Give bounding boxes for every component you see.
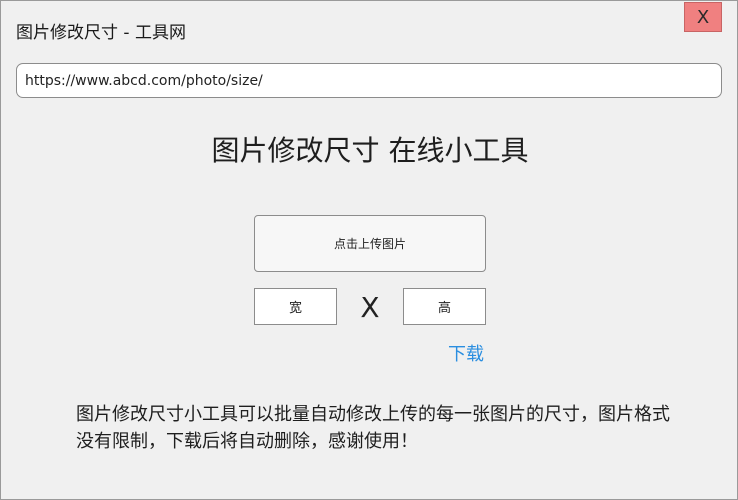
times-symbol: X xyxy=(360,291,380,324)
window-title: 图片修改尺寸 - 工具网 xyxy=(16,23,186,43)
height-placeholder: 高 xyxy=(437,301,451,316)
width-input[interactable]: 宽 xyxy=(254,288,337,325)
download-link[interactable]: 下载 xyxy=(448,343,484,367)
description-text: 图片修改尺寸小工具可以批量自动修改上传的每一张图片的尺寸，图片格式没有限制，下载… xyxy=(76,404,670,452)
upload-image-button[interactable]: 点击上传图片 xyxy=(254,215,486,272)
close-button[interactable]: X xyxy=(684,2,722,32)
height-input[interactable]: 高 xyxy=(403,288,486,325)
app-window: 图片修改尺寸 - 工具网 X https://www.abcd.com/phot… xyxy=(0,0,738,500)
address-bar[interactable]: https://www.abcd.com/photo/size/ xyxy=(16,63,722,98)
address-bar-url: https://www.abcd.com/photo/size/ xyxy=(25,72,263,89)
width-placeholder: 宽 xyxy=(288,301,302,316)
page-headline: 图片修改尺寸 在线小工具 xyxy=(211,134,529,167)
